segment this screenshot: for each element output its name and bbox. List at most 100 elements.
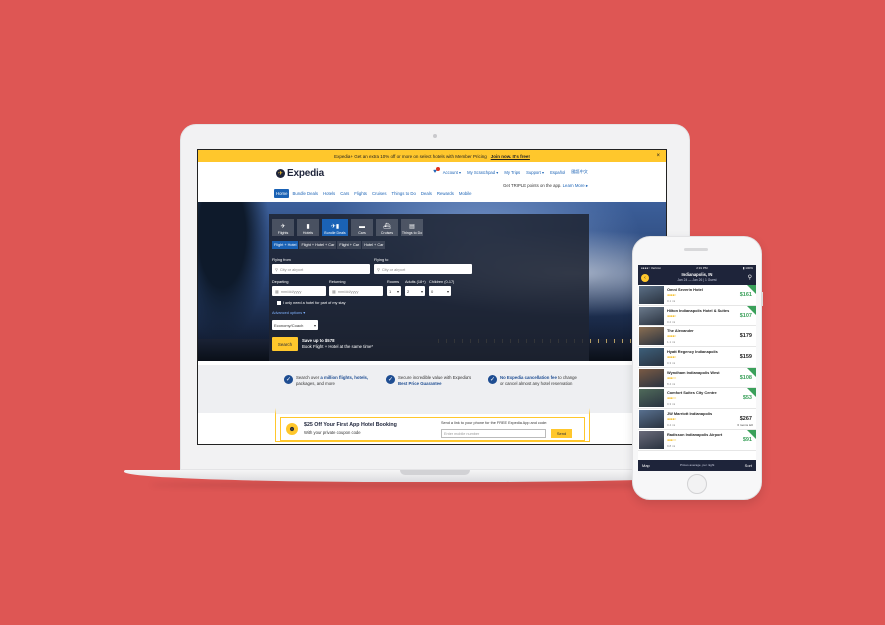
tab-flights[interactable]: ✈ Flights (272, 219, 294, 236)
checkbox-box[interactable] (277, 301, 281, 305)
hotel-name: JW Marriott Indianapolis (667, 411, 713, 417)
hotel-name: Radisson Indianapolis Airport (667, 431, 723, 437)
smiley-coupon-icon: ☻ (286, 423, 298, 435)
chevron-down-icon: ▾ (396, 288, 399, 294)
nav-mobile[interactable]: Mobile (457, 189, 474, 198)
account-link[interactable]: Account ▾ (443, 170, 461, 175)
hotel-rating: ●●●●○ (667, 417, 677, 422)
nav-things-to-do[interactable]: Things to Do (390, 189, 418, 198)
tab-hotels[interactable]: ▮ Hotels (297, 219, 319, 236)
scratchpad-link[interactable]: My Scratchpad ▾ (467, 170, 498, 175)
hotel-icon: ▮ (306, 224, 310, 230)
nav-cars[interactable]: Cars (338, 189, 351, 198)
adults-select[interactable]: 2 ▾ (405, 286, 425, 296)
phone-screen: ●●●●○ Verizon 2:31 PM ▮ 100% ‹ Indianapo… (638, 265, 756, 471)
hotel-rating: ●●●○○ (667, 375, 677, 380)
expedia-logo[interactable]: ✈ Expedia (276, 168, 324, 179)
tab-things-to-do[interactable]: ▤ Things to Do (401, 219, 423, 236)
rooms-select[interactable]: 1 ▾ (387, 286, 401, 296)
check-icon: ✓ (386, 375, 395, 384)
rooms-label: Rooms (387, 280, 400, 284)
departing-input[interactable]: ▦ mm/dd/yyyy (272, 286, 326, 296)
notification-badge (435, 167, 440, 171)
hotel-thumbnail (639, 348, 664, 367)
children-label: Children (0-17) (429, 280, 455, 284)
save-note: Save up to $578 Book Flight + Hotel at t… (302, 338, 373, 350)
hotel-row[interactable]: Radisson Indianapolis Airport ●●●○○ 9.8 mi… (638, 429, 756, 451)
tab-cruises[interactable]: ⛴ Cruises (376, 219, 398, 236)
date-range[interactable]: Jan 24 — Jan 26 | 1 Guest (638, 278, 756, 282)
laptop-notch (400, 470, 470, 475)
hotel-rating: ●●●●○ (667, 313, 677, 318)
deal-badge (747, 388, 756, 398)
learn-more-link[interactable]: Learn More ▸ (563, 183, 588, 188)
hotel-name: Wyndham Indianapolis West (667, 369, 720, 375)
nav-deals[interactable]: Deals (419, 189, 434, 198)
main-nav: Home Bundle Deals Hotels Cars Flights Cr… (274, 189, 474, 198)
hotel-distance: 0.3 mi (667, 361, 676, 366)
calendar-icon: ▦ (275, 288, 279, 294)
rooms-value: 1 (389, 288, 392, 294)
flying-to-input[interactable]: ⚲ City or airport (374, 264, 472, 274)
search-icon[interactable]: ⚲ (748, 274, 752, 281)
trips-link[interactable]: My Trips (504, 170, 520, 175)
hotel-row[interactable]: The Alexander ●●●●○ 1.1 mi $179 (638, 326, 756, 348)
language-chinese-link[interactable]: 國語中文 (571, 169, 588, 175)
deal-badge (747, 285, 756, 294)
sms-label: Send a link to your phone for the FREE E… (441, 421, 548, 425)
deal-badge (747, 367, 756, 377)
hotel-distance: 9.8 mi (667, 443, 676, 448)
partial-hotel-checkbox[interactable]: I only need a hotel for part of my stay (277, 301, 345, 305)
logo-text: Expedia (287, 168, 324, 179)
map-button[interactable]: Map (642, 463, 650, 468)
hotel-distance: 0.2 mi (667, 319, 676, 324)
join-now-link[interactable]: Join now. It's free! (491, 154, 530, 159)
ticket-icon: ▤ (409, 224, 415, 230)
hotel-distance: 1.1 mi (667, 340, 676, 345)
location-pin-icon: ⚲ (275, 266, 278, 272)
hotel-row[interactable]: JW Marriott Indianapolis ●●●●○ 0.4 mi $267 6… (638, 409, 756, 430)
subtab-flight-hotel-car[interactable]: Flight + Hotel + Car (299, 241, 337, 249)
nav-bundle-deals[interactable]: Bundle Deals (290, 189, 320, 198)
nav-hotels[interactable]: Hotels (321, 189, 337, 198)
hotel-row[interactable]: Omni Severin Hotel ●●●●○ 0.1 mi $161 (638, 285, 756, 306)
hotel-row[interactable]: Wyndham Indianapolis West ●●●○○ 8.4 mi $108 (638, 367, 756, 389)
nav-home[interactable]: Home (274, 189, 290, 198)
subtab-hotel-car[interactable]: Hotel + Car (362, 241, 386, 249)
search-tabs: ✈ Flights ▮ Hotels ✈▮ Bundle Deals ▬ Cars ⛴ C… (272, 219, 423, 236)
hotel-thumbnail (639, 410, 664, 429)
laptop-camera (433, 134, 437, 138)
returning-placeholder: mm/dd/yyyy (337, 288, 359, 294)
hotel-thumbnail (639, 430, 664, 449)
flying-from-input[interactable]: ⚲ City or airport (272, 264, 370, 274)
hotel-rating: ●●●●○ (667, 334, 677, 339)
tab-label: Cars (358, 231, 366, 235)
benefit-item: ✓ Search over a million flights, hotels,… (284, 375, 374, 386)
send-button[interactable]: Send (551, 429, 572, 438)
close-icon[interactable]: × (656, 153, 660, 159)
nav-rewards[interactable]: Rewards (435, 189, 456, 198)
hotel-row[interactable]: Hyatt Regency Indianapolis ●●●●○ 0.3 mi $15… (638, 347, 756, 368)
support-link[interactable]: Support ▾ (526, 170, 544, 175)
phone-number-input[interactable]: Enter mobile number (441, 429, 546, 438)
nav-cruises[interactable]: Cruises (370, 189, 389, 198)
language-spanish-link[interactable]: Español (550, 170, 565, 175)
tab-bundle-deals[interactable]: ✈▮ Bundle Deals (322, 219, 348, 236)
advanced-options-link[interactable]: Advanced options ▾ (272, 310, 305, 315)
subtab-flight-hotel[interactable]: Flight + Hotel (272, 241, 299, 249)
returning-input[interactable]: ▦ mm/dd/yyyy (329, 286, 383, 296)
nav-flights[interactable]: Flights (352, 189, 369, 198)
hotel-row[interactable]: Comfort Suites City Centre ●●●○○ 0.3 mi $53 (638, 388, 756, 410)
hotel-row[interactable]: Hilton Indianapolis Hotel & Suites ●●●●○ 0… (638, 305, 756, 327)
hotel-thumbnail (639, 327, 664, 346)
children-select[interactable]: 0 ▾ (429, 286, 451, 296)
bell-icon[interactable]: ♥ (433, 167, 440, 175)
phone-home-button[interactable] (687, 474, 707, 494)
benefit-text: Search over a million flights, hotels, p… (296, 375, 369, 386)
cabin-class-select[interactable]: Economy/Coach ▾ (272, 320, 318, 330)
hotel-thumbnail (639, 368, 664, 387)
subtab-flight-car[interactable]: Flight + Car (337, 241, 362, 249)
search-button[interactable]: Search (272, 337, 298, 351)
tab-cars[interactable]: ▬ Cars (351, 219, 373, 236)
sort-button[interactable]: Sort (745, 463, 752, 468)
